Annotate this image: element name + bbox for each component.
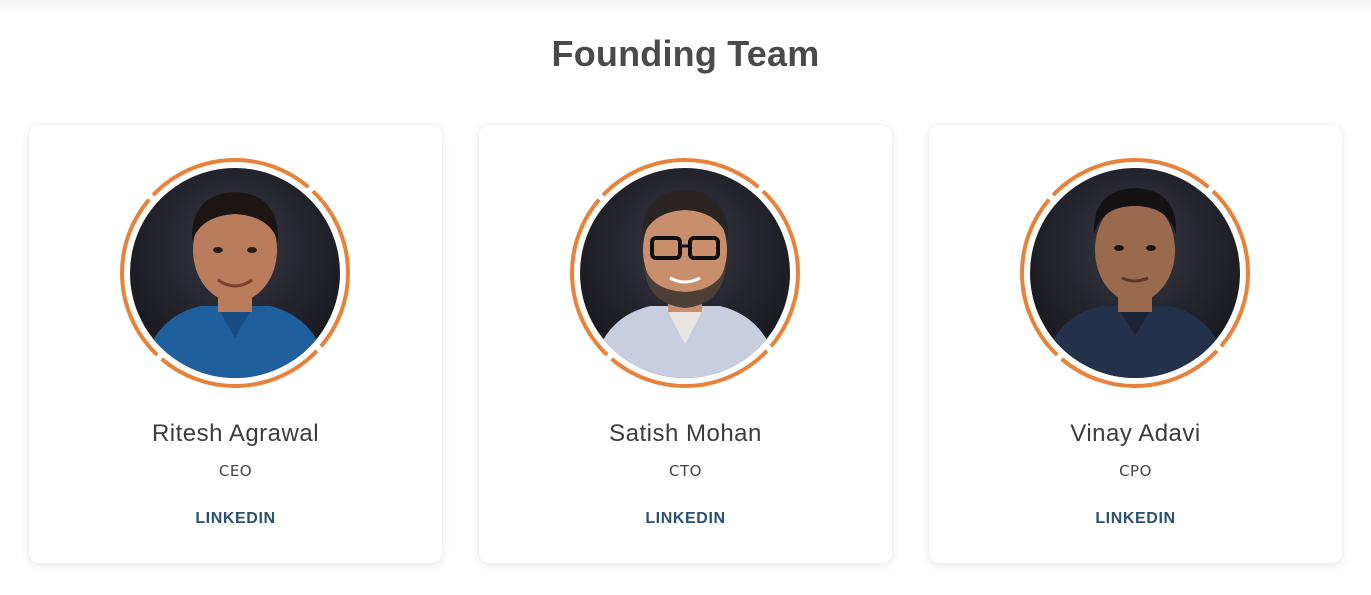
avatar-photo — [130, 168, 340, 378]
person-role: CEO — [218, 462, 253, 480]
person-name: Satish Mohan — [609, 420, 762, 447]
person-name: Vinay Adavi — [1070, 420, 1201, 447]
person-role: CTO — [669, 462, 702, 480]
team-cards: Ritesh Agrawal CEO LINKEDIN Satish Mohan… — [29, 125, 1342, 563]
avatar — [567, 155, 803, 391]
avatar — [1017, 155, 1253, 391]
top-strip — [0, 0, 1371, 14]
avatar-photo — [1030, 168, 1240, 378]
avatar-photo — [580, 168, 790, 378]
avatar — [117, 155, 353, 391]
team-card: Satish Mohan CTO LINKEDIN — [479, 125, 892, 563]
team-card: Vinay Adavi CPO LINKEDIN — [929, 125, 1342, 563]
linkedin-link[interactable]: LINKEDIN — [479, 510, 892, 528]
team-card: Ritesh Agrawal CEO LINKEDIN — [29, 125, 442, 563]
person-role: CPO — [1119, 462, 1152, 480]
linkedin-link[interactable]: LINKEDIN — [929, 510, 1342, 528]
linkedin-link[interactable]: LINKEDIN — [29, 510, 442, 528]
section-title: Founding Team — [551, 33, 820, 74]
person-name: Ritesh Agrawal — [151, 420, 320, 447]
